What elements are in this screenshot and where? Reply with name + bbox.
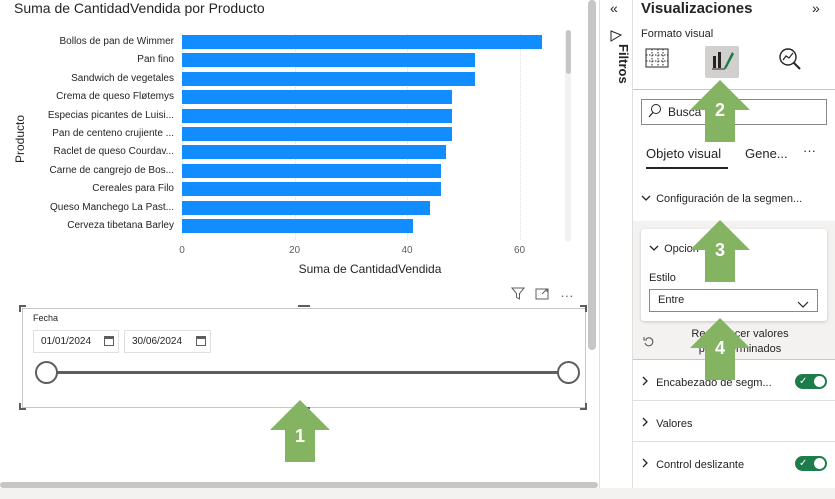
format-visual-icon[interactable] (705, 46, 739, 78)
pane-divider (633, 400, 835, 401)
category-label: Pan fino (137, 54, 174, 66)
search-icon (648, 103, 662, 127)
pane-divider (633, 441, 835, 442)
start-date-value: 01/01/2024 (41, 336, 92, 347)
annotation-number: 4 (714, 338, 725, 358)
annotation-arrow-4: 4 (690, 318, 750, 380)
reset-icon[interactable] (643, 335, 655, 353)
annotation-number: 2 (714, 100, 725, 120)
category-label: Cerveza tibetana Barley (67, 220, 174, 231)
chevron-right-icon (641, 376, 653, 389)
category-label: Sandwich de vegetales (71, 72, 174, 84)
focus-mode-icon[interactable] (532, 287, 552, 303)
x-axis-title: Suma de CantidadVendida (298, 262, 442, 276)
tab-general[interactable]: Gene... (745, 146, 788, 161)
category-label: Crema de queso Fløtemys (56, 91, 174, 103)
bar[interactable] (182, 35, 542, 49)
resize-handle-top-left[interactable] (19, 305, 26, 312)
bar[interactable] (182, 219, 413, 233)
gridline (519, 34, 521, 240)
style-dropdown[interactable]: Entre (649, 289, 818, 312)
resize-handle-bottom-left[interactable] (19, 403, 26, 410)
slider-handle-end[interactable] (557, 361, 580, 384)
tab-objeto-visual[interactable]: Objeto visual (646, 146, 721, 161)
resize-handle-bottom-right[interactable] (580, 403, 587, 410)
bar[interactable] (182, 108, 452, 123)
annotation-number: 1 (294, 426, 305, 446)
expand-pane-button[interactable]: » (812, 0, 820, 16)
visualizations-title: Visualizaciones (641, 0, 753, 17)
annotation-arrow-1: 1 (270, 400, 330, 462)
toggle-knob (814, 458, 825, 469)
end-date-input[interactable]: 30/06/2024 (124, 330, 211, 353)
style-dropdown-value: Entre (658, 294, 685, 306)
bar[interactable] (182, 200, 430, 215)
x-tick-label: 40 (401, 245, 413, 256)
format-visual-subtitle: Formato visual (641, 28, 714, 40)
resize-handle-top[interactable] (298, 305, 310, 307)
section-control-deslizante-label: Control deslizante (656, 459, 745, 471)
category-label: Carne de cangrejo de Bos... (49, 164, 174, 176)
slider-track[interactable] (46, 371, 568, 374)
build-visual-icon[interactable] (640, 46, 674, 78)
check-icon: ✓ (799, 458, 808, 469)
annotation-arrow-2: 2 (690, 80, 750, 142)
annotation-arrow-3: 3 (690, 220, 750, 282)
style-label: Estilo (649, 272, 676, 284)
resize-handle-top-right[interactable] (580, 305, 587, 312)
active-tab-indicator (646, 167, 728, 169)
annotation-number: 3 (714, 240, 725, 260)
chevron-down-icon (649, 243, 661, 255)
control-deslizante-toggle[interactable]: ✓ (795, 456, 827, 471)
bar[interactable] (182, 182, 441, 197)
slider-handle-start[interactable] (35, 361, 58, 384)
bar[interactable] (182, 163, 441, 178)
category-label: Bollos de pan de Wimmer (59, 36, 175, 47)
chart-scrollbar-thumb[interactable] (566, 30, 571, 74)
y-axis-title: Producto (13, 114, 27, 163)
bar[interactable] (182, 53, 475, 68)
category-label: Raclet de queso Courdav... (53, 146, 174, 158)
chevron-down-icon (797, 296, 809, 317)
section-valores-label: Valores (656, 418, 693, 430)
x-tick-label: 20 (288, 245, 301, 256)
filters-pane-title: Filtros (616, 44, 631, 84)
category-label: Queso Manchego La Past... (50, 201, 174, 213)
slicer-label: Fecha (33, 313, 59, 323)
status-strip (0, 488, 835, 499)
chevron-right-icon (641, 417, 653, 430)
canvas-vertical-scrollbar[interactable] (588, 0, 596, 350)
chart-title: Suma de CantidadVendida por Producto (14, 0, 265, 16)
collapse-filters-button[interactable]: « (610, 0, 618, 16)
tab-more-options[interactable]: ··· (803, 143, 816, 158)
category-label: Pan de centeno crujiente ... (52, 128, 174, 139)
bar[interactable] (182, 145, 447, 160)
calendar-icon[interactable] (196, 336, 206, 346)
x-tick-label: 0 (179, 245, 185, 256)
section-configuracion[interactable]: Configuración de la segmen... (633, 193, 835, 205)
chevron-down-icon (641, 193, 653, 205)
bar[interactable] (182, 127, 452, 141)
section-configuracion-label: Configuración de la segmen... (656, 193, 803, 205)
category-label: Especias picantes de Luisi... (47, 109, 174, 121)
filter-icon[interactable] (508, 287, 528, 303)
section-valores[interactable]: Valores (633, 417, 835, 430)
bar[interactable] (182, 71, 475, 86)
toggle-knob (814, 376, 825, 387)
bar[interactable] (182, 90, 452, 105)
calendar-icon[interactable] (104, 336, 114, 346)
date-slicer[interactable] (22, 308, 586, 408)
start-date-input[interactable]: 01/01/2024 (33, 330, 119, 353)
chevron-right-icon (641, 458, 653, 471)
visual-header-toolbar: ··· (508, 287, 577, 305)
analytics-icon[interactable] (773, 46, 807, 78)
check-icon: ✓ (799, 376, 808, 387)
more-options-icon[interactable]: ··· (557, 288, 577, 304)
encabezado-toggle[interactable]: ✓ (795, 374, 827, 389)
end-date-value: 30/06/2024 (132, 336, 183, 347)
x-tick-label: 60 (513, 245, 526, 256)
category-label: Cereales para Filo (92, 183, 174, 195)
